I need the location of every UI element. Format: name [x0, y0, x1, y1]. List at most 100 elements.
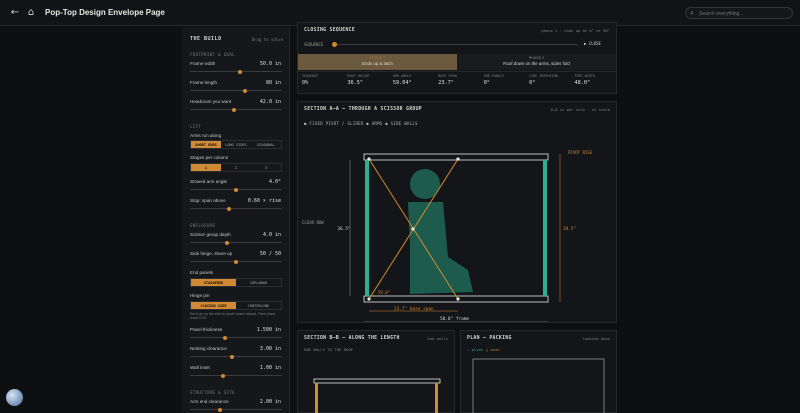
person-figure: [408, 169, 473, 294]
search-icon: ⌕: [690, 9, 694, 17]
section-lift: LIFT: [190, 124, 202, 129]
stages-segmented[interactable]: 123: [190, 163, 282, 172]
scissor-depth-slider[interactable]: [190, 240, 282, 245]
phase-2-tile[interactable]: PHASE 2 Roof down on the arms, sides fol…: [457, 54, 616, 70]
stat-base-span: BASE SPAN 23.7": [434, 72, 479, 91]
scissor-depth-label: Scissor group depth: [190, 232, 231, 237]
side-hinge-slider[interactable]: [190, 259, 282, 264]
base-span-label: 23.7" base span: [394, 306, 434, 312]
headroom-slider[interactable]: [190, 107, 282, 112]
segment-option[interactable]: SHORT ENDS: [191, 141, 221, 148]
end-panels-label: End panels: [190, 270, 213, 275]
roof-beam: [363, 153, 549, 161]
scissor-depth-value: 4.0 in: [262, 232, 281, 238]
stop-value: 0.60 × rise: [247, 198, 281, 204]
end-wall-right: [435, 383, 438, 413]
sequence-scrubber[interactable]: [333, 44, 578, 45]
segment-option[interactable]: CENTERLINE: [236, 302, 281, 309]
phase-1-name: PHASE 1: [369, 56, 386, 60]
pivot-slider-bottom: [456, 297, 460, 301]
slider-knob[interactable]: [223, 335, 228, 340]
frame-length-slider[interactable]: [190, 88, 282, 93]
stop-slider[interactable]: [190, 206, 282, 211]
phase-1-tile[interactable]: PHASE 1 Ends up & latch: [298, 54, 457, 70]
stat-value: 0°: [529, 80, 536, 86]
segment-option[interactable]: 1: [191, 164, 221, 171]
frame-width-label: Frame width: [190, 61, 216, 66]
avatar[interactable]: [6, 389, 23, 406]
slider-knob[interactable]: [218, 407, 223, 412]
slider-knob[interactable]: [234, 187, 238, 192]
search-box[interactable]: ⌕: [685, 7, 793, 19]
stat-side-intrusion: SIDE INTRUSION 0°: [525, 72, 570, 91]
side-wall-left: [365, 160, 369, 296]
stowed-angle-label: Stowed arm angle: [190, 179, 228, 184]
panel-thickness-value: 1.500 in: [256, 327, 281, 333]
segment-option[interactable]: DIAGONAL: [251, 141, 281, 148]
stop-label: Stop: span above: [190, 198, 226, 203]
figure-body: [408, 202, 473, 294]
slider-knob[interactable]: [232, 107, 237, 112]
build-aside: Drag to solve: [251, 37, 283, 42]
slider-knob[interactable]: [229, 354, 234, 359]
slider-knob[interactable]: [220, 373, 225, 378]
stat-sequence: SEQUENCE 0%: [298, 72, 343, 91]
wall-inset-slider[interactable]: [190, 373, 282, 378]
stat-key: SIDE INTRUSION: [529, 74, 558, 78]
segment-option[interactable]: 2: [221, 164, 251, 171]
segment-option[interactable]: STAGGERED: [191, 279, 236, 286]
slider-knob[interactable]: [238, 69, 243, 74]
panel-thickness-label: Panel thickness: [190, 327, 223, 332]
nesting-clearance-label: Nesting clearance: [190, 346, 227, 351]
section-structure: STRUCTURE & SITE: [190, 390, 235, 395]
stat-free-width: FREE WIDTH 48.0": [571, 72, 616, 91]
arm-end-clearance-label: Arm end clearance: [190, 399, 229, 404]
section-enclosure: ENCLOSURE: [190, 223, 216, 228]
side-hinge-label: Side hinge, share up: [190, 251, 233, 256]
nesting-clearance-value: 3.00 in: [259, 346, 281, 352]
back-arrow-icon[interactable]: ←: [9, 7, 21, 19]
hinge-pin-segmented[interactable]: CLOSING SIDE CENTERLINE: [190, 301, 282, 310]
stat-key: END PANELS: [483, 74, 505, 78]
stat-value: 48.0": [574, 80, 591, 86]
close-button[interactable]: ▶ CLOSE: [584, 39, 610, 48]
sequence-handle[interactable]: [332, 42, 337, 47]
stowed-angle-value: 4.0°: [268, 179, 281, 185]
search-input[interactable]: [699, 9, 789, 18]
stages-label: Stages per column: [190, 155, 229, 160]
section-footprint: FOOTPRINT & GOAL: [190, 52, 235, 57]
section-b-card: SECTION B–B — ALONG THE LENGTH end walls…: [297, 330, 455, 413]
slider-knob[interactable]: [226, 206, 231, 211]
play-icon: ▶: [584, 41, 587, 46]
slider-knob[interactable]: [242, 88, 247, 93]
slider-knob[interactable]: [234, 259, 238, 264]
panel-thickness-slider[interactable]: [190, 335, 282, 340]
segment-option[interactable]: 3: [251, 164, 281, 171]
phase-2-text: Roof down on the arms, sides fold: [503, 61, 570, 66]
pivot-slider-top: [456, 157, 460, 161]
slider-knob[interactable]: [225, 240, 230, 245]
closing-phase-readout: phase 1 · ends up at 0° of 90°: [541, 28, 610, 33]
hinge-note: Each pin on the side its panel closes to…: [190, 312, 276, 320]
home-icon[interactable]: ⌂: [25, 7, 37, 19]
segment-option[interactable]: LONG SIDES: [221, 141, 251, 148]
arm-end-clearance-slider[interactable]: [190, 407, 282, 412]
stat-value: 59.04°: [392, 80, 412, 86]
segment-option[interactable]: CLOSING SIDE: [191, 302, 236, 309]
roof-beam-b: [313, 378, 441, 384]
plan-outline: [472, 358, 605, 413]
arms-run-segmented[interactable]: SHORT ENDS LONG SIDES DIAGONAL: [190, 140, 282, 149]
stat-key: ARM ANGLE: [392, 74, 412, 78]
sequence-label: SEQUENCE: [304, 42, 324, 47]
frame-width-slider[interactable]: [190, 69, 282, 74]
closing-sequence-card: CLOSING SEQUENCE phase 1 · ends up at 0°…: [297, 22, 617, 94]
frame-width-value: 50.0 in: [259, 61, 281, 67]
stowed-angle-slider[interactable]: [190, 187, 282, 192]
end-panels-segmented[interactable]: STAGGERED COPLANAR: [190, 278, 282, 287]
nesting-clearance-slider[interactable]: [190, 354, 282, 359]
stat-value: 36.5": [347, 80, 364, 86]
phase-2-name: PHASE 2: [528, 56, 545, 60]
side-wall-right: [543, 160, 547, 296]
closing-title: CLOSING SEQUENCE: [304, 28, 356, 33]
segment-option[interactable]: COPLANAR: [236, 279, 281, 286]
